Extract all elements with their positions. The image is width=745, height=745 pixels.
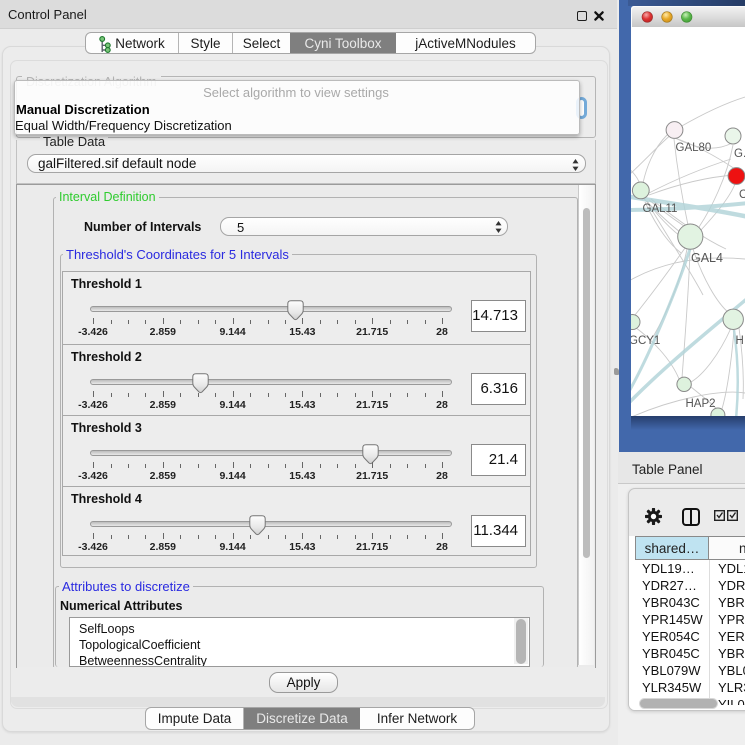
svg-text:HAP2: HAP2 — [686, 398, 716, 410]
svg-text:GCY1: GCY1 — [631, 335, 660, 347]
svg-text:GAL11: GAL11 — [643, 203, 678, 215]
svg-text:G.: G. — [734, 148, 745, 160]
svg-text:C: C — [739, 189, 745, 201]
svg-text:H: H — [736, 335, 744, 347]
svg-text:GAL80: GAL80 — [676, 142, 712, 154]
svg-text:GAL4: GAL4 — [691, 251, 723, 265]
